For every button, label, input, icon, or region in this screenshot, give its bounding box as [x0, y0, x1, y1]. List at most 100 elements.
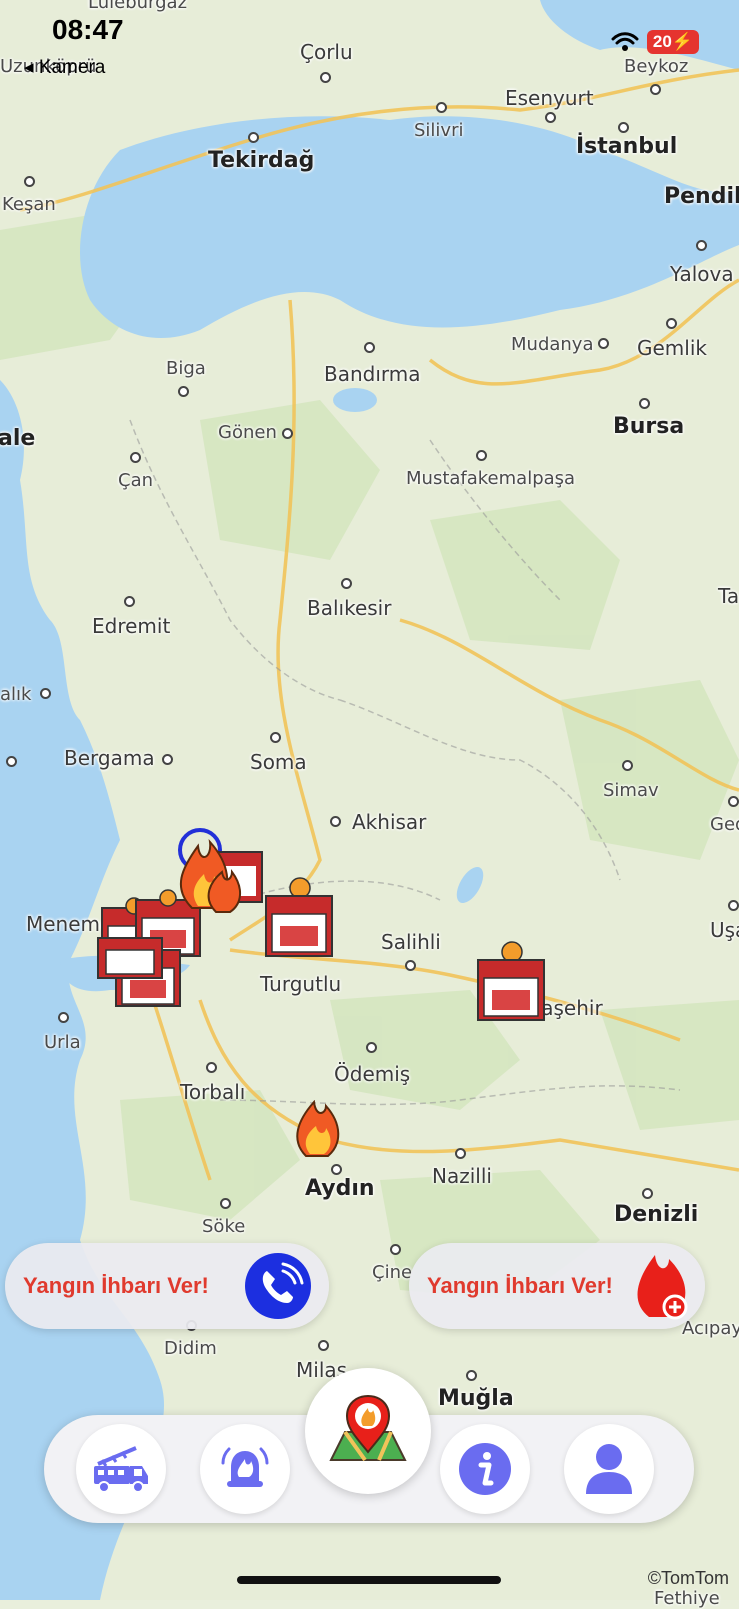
city-label: Bursa — [613, 414, 685, 439]
city-label: Urla — [44, 1032, 81, 1053]
city-dot — [545, 112, 556, 123]
city-dot — [58, 1012, 69, 1023]
city-label: Biga — [166, 358, 206, 379]
city-label: Didim — [164, 1338, 217, 1359]
info-icon — [459, 1443, 511, 1495]
city-dot — [650, 84, 661, 95]
city-dot — [455, 1148, 466, 1159]
city-label: Ged — [710, 814, 739, 835]
city-dot — [40, 688, 51, 699]
city-label: Silivri — [414, 120, 464, 141]
city-dot — [130, 452, 141, 463]
city-dot — [270, 732, 281, 743]
city-label: Pendik — [664, 184, 739, 209]
city-dot — [466, 1370, 477, 1381]
city-label: Çan — [118, 470, 154, 491]
fire-cluster[interactable] — [172, 828, 272, 918]
city-label: Yalova — [670, 262, 734, 286]
city-dot — [639, 398, 650, 409]
city-label: İstanbul — [576, 134, 678, 159]
fire-add-icon — [629, 1251, 695, 1321]
wifi-icon — [611, 32, 639, 51]
city-dot — [436, 102, 447, 113]
city-label: Fethiye — [654, 1588, 720, 1609]
city-dot — [124, 596, 135, 607]
fire-truck-icon — [94, 1446, 148, 1493]
city-dot — [696, 240, 707, 251]
city-dot — [666, 318, 677, 329]
alarm-bell-icon — [221, 1447, 269, 1487]
city-label: Acıpayam — [682, 1318, 739, 1339]
status-time: 08:47 — [52, 14, 124, 45]
city-dot — [330, 816, 341, 827]
city-label: Edremit — [92, 614, 171, 638]
nav-info[interactable] — [440, 1424, 530, 1514]
city-label: Keşan — [2, 194, 56, 215]
user-icon — [586, 1444, 632, 1494]
nav-map[interactable] — [305, 1368, 431, 1494]
nav-alerts[interactable] — [200, 1424, 290, 1514]
status-icons: 20⚡ — [611, 30, 699, 54]
map-pin-icon — [329, 1394, 407, 1462]
city-dot — [405, 960, 416, 971]
city-label: Soma — [250, 750, 307, 774]
city-dot — [364, 342, 375, 353]
city-dot — [206, 1062, 217, 1073]
city-label: Lüleburgaz — [88, 0, 188, 13]
fire-station-icon[interactable] — [264, 876, 336, 964]
back-to-app-link[interactable]: ◂ Kamera — [24, 56, 105, 79]
city-label: Balıkesir — [307, 596, 392, 620]
city-dot — [728, 796, 739, 807]
city-label: Esenyurt — [505, 86, 594, 110]
city-label: Beykoz — [624, 56, 689, 77]
city-label: Muğla — [438, 1386, 514, 1411]
city-label: Aydın — [305, 1176, 375, 1201]
city-dot — [178, 386, 189, 397]
city-dot — [24, 176, 35, 187]
city-label: Ödemiş — [334, 1062, 411, 1086]
fire-icon[interactable] — [292, 1100, 340, 1158]
city-dot — [622, 760, 633, 771]
city-dot — [642, 1188, 653, 1199]
city-label: ale — [0, 426, 36, 451]
city-dot — [390, 1244, 401, 1255]
city-label: Denizli — [614, 1202, 699, 1227]
city-dot — [220, 1198, 231, 1209]
city-label: Bergama — [64, 746, 155, 770]
report-fire-call-label: Yangın İhbarı Ver! — [23, 1273, 209, 1298]
city-dot — [318, 1340, 329, 1351]
city-dot — [366, 1042, 377, 1053]
city-label: alık — [0, 684, 32, 705]
report-fire-add-label: Yangın İhbarı Ver! — [427, 1273, 613, 1298]
city-dot — [6, 756, 17, 767]
city-dot — [248, 132, 259, 143]
city-label: Simav — [603, 780, 659, 801]
city-dot — [598, 338, 609, 349]
city-label: Ta — [718, 584, 739, 608]
report-fire-add-button[interactable]: Yangın İhbarı Ver! — [409, 1243, 705, 1329]
city-dot — [320, 72, 331, 83]
city-label: Bandırma — [324, 362, 421, 386]
city-label: Mudanya — [511, 334, 594, 355]
city-dot — [282, 428, 293, 439]
city-label: Mustafakemalpaşa — [406, 468, 576, 489]
nav-profile[interactable] — [564, 1424, 654, 1514]
city-label: Tekirdağ — [208, 148, 315, 173]
battery-level: 20 — [652, 32, 672, 51]
city-label: Salihli — [381, 930, 441, 954]
city-label: Torbalı — [180, 1080, 246, 1104]
city-dot — [341, 578, 352, 589]
battery-indicator: 20⚡ — [646, 30, 699, 54]
city-label: Nazilli — [432, 1164, 492, 1188]
map-attribution: ©TomTom — [647, 1568, 729, 1588]
nav-fire-trucks[interactable] — [76, 1424, 166, 1514]
city-label: Söke — [202, 1216, 246, 1237]
home-indicator[interactable] — [237, 1576, 501, 1584]
fire-station-icon[interactable] — [476, 940, 548, 1028]
report-fire-call-button[interactable]: Yangın İhbarı Ver! — [5, 1243, 329, 1329]
city-dot — [618, 122, 629, 133]
city-label: Çine — [372, 1262, 413, 1283]
city-dot — [331, 1164, 342, 1175]
phone-call-icon — [245, 1253, 311, 1319]
city-dot — [162, 754, 173, 765]
